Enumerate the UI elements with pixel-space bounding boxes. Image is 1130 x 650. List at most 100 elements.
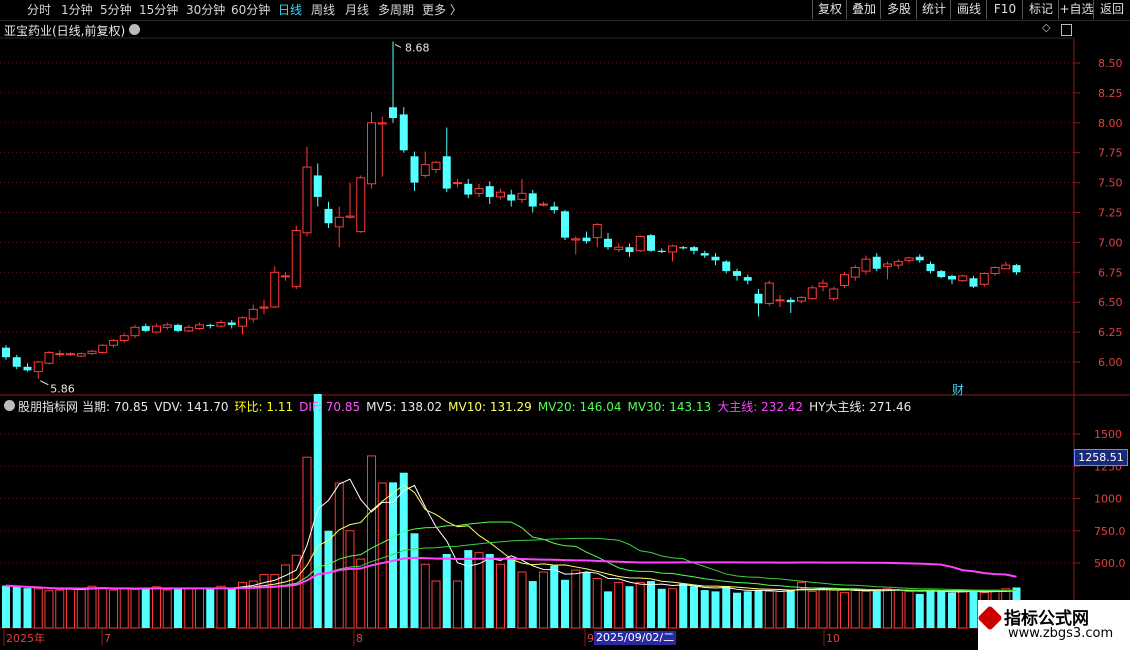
candle-body-up xyxy=(216,322,226,327)
volume-bar-up xyxy=(614,581,624,629)
candle-body-up xyxy=(109,339,118,346)
volume-bar-up xyxy=(861,590,871,629)
candle-body-up xyxy=(517,192,527,200)
volume-bar-down xyxy=(174,587,182,628)
watermark-logo: 指标公式网 www.zbgs3.com xyxy=(977,600,1130,650)
price-tick-label: 6.50 xyxy=(1098,296,1123,309)
candle-body-up xyxy=(334,216,344,228)
candle-body-up xyxy=(979,272,989,285)
candle-body-down xyxy=(700,253,709,256)
watermark-badge-icon xyxy=(977,605,1003,631)
candle-body-up xyxy=(195,324,204,330)
candle-body-down xyxy=(926,263,935,272)
indicator-item-3: DIF: 70.85 xyxy=(299,400,361,414)
volume-bar-up xyxy=(195,587,204,629)
volume-bar-up xyxy=(904,590,914,629)
candle-body-down xyxy=(528,193,537,207)
candle-body-down xyxy=(754,293,763,304)
volume-bar-down xyxy=(485,553,494,628)
volume-bar-down xyxy=(786,590,795,628)
candle-body-up xyxy=(1001,264,1011,270)
candle-body-up xyxy=(98,344,108,353)
candle-body-up xyxy=(840,274,849,286)
candle-body-up xyxy=(775,299,785,302)
x-tick-label: 7 xyxy=(104,632,111,645)
indicator-item-4: MV5: 138.02 xyxy=(366,400,443,414)
volume-bar-down xyxy=(227,588,236,628)
candle-body-up xyxy=(635,235,645,252)
candle-body-down xyxy=(507,194,516,201)
price-tick-label: 7.00 xyxy=(1098,236,1123,249)
candle-body-up xyxy=(990,267,1000,274)
x-tick-label: 8 xyxy=(356,632,363,645)
volume-bar-up xyxy=(44,590,54,629)
volume-bar-down xyxy=(12,586,21,628)
candle-body-up xyxy=(904,257,914,261)
volume-bar-up xyxy=(517,571,527,629)
candle-body-up xyxy=(345,215,355,218)
volume-tick-label: 750.0 xyxy=(1094,525,1126,538)
high-price-label: 8.68 xyxy=(405,41,430,54)
price-tick-label: 6.00 xyxy=(1098,356,1123,369)
volume-bar-up xyxy=(87,585,97,629)
candle-body-up xyxy=(764,282,774,304)
indicator-item-9: HY大主线: 271.46 xyxy=(809,400,912,414)
candle-body-up xyxy=(883,263,892,267)
finance-marker[interactable]: 财 xyxy=(952,381,964,398)
candle-body-up xyxy=(162,324,172,328)
volume-bar-up xyxy=(130,588,140,629)
cursor-value-label: 1258.51 xyxy=(1074,449,1128,466)
volume-bar-down xyxy=(872,591,881,628)
candle-body-down xyxy=(647,235,655,251)
candle-body-down xyxy=(743,277,752,281)
volume-bar-up xyxy=(850,588,860,629)
volume-bar-up xyxy=(764,590,774,629)
volume-bar-up xyxy=(840,592,849,629)
volume-bar-down xyxy=(507,557,516,628)
candle-body-down xyxy=(711,256,720,261)
volume-bar-down xyxy=(722,586,731,628)
candle-body-up xyxy=(893,261,903,266)
volume-bar-up xyxy=(635,581,645,629)
candle-body-up xyxy=(119,335,129,341)
candle-body-up xyxy=(152,325,161,333)
volume-bar-down xyxy=(2,585,10,628)
price-tick-label: 8.50 xyxy=(1098,57,1123,70)
candle-body-up xyxy=(291,229,301,288)
volume-bar-up xyxy=(571,569,581,629)
candle-body-up xyxy=(259,306,269,309)
price-tick-label: 8.00 xyxy=(1098,117,1123,130)
volume-bar-up xyxy=(109,589,118,629)
candle-body-down xyxy=(937,271,946,278)
volume-bar-down xyxy=(657,588,666,628)
candle-body-up xyxy=(55,353,65,356)
volume-bar-down xyxy=(528,581,537,628)
indicator-item-0: 当期: 70.85 xyxy=(82,400,149,414)
price-tick-label: 6.25 xyxy=(1098,326,1123,339)
price-tick-label: 6.75 xyxy=(1098,266,1123,279)
indicator-name: 股朋指标网 xyxy=(18,400,79,414)
volume-bar-up xyxy=(55,589,65,629)
volume-bar-down xyxy=(141,588,150,628)
volume-bar-down xyxy=(647,581,655,628)
volume-bar-up xyxy=(367,455,376,629)
candle-body-up xyxy=(614,246,624,251)
price-tick-label: 7.25 xyxy=(1098,207,1123,220)
candle-body-down xyxy=(948,275,956,280)
candle-body-up xyxy=(281,275,290,278)
candle-body-up xyxy=(818,282,828,288)
volume-bar-up xyxy=(98,587,108,629)
indicator-values: 当期: 70.85 VDV: 141.70 环比: 1.11 DIF: 70.85 MV… xyxy=(82,398,917,415)
volume-bar-up xyxy=(453,580,462,629)
x-tick-label: 9 xyxy=(587,632,594,645)
candle-body-down xyxy=(313,175,322,197)
candle-body-down xyxy=(23,366,32,371)
volume-bar-down xyxy=(410,533,419,628)
candle-body-down xyxy=(550,206,559,211)
volume-bar-up xyxy=(238,581,247,629)
kline-chart[interactable]: 6.00 6.25 6.50 6.75 7.00 7.25 7.50 7.75 8.00 8.25… xyxy=(0,0,1130,650)
candle-body-up xyxy=(807,287,817,300)
indicator-toggle-icon[interactable] xyxy=(4,400,15,411)
candle-body-down xyxy=(604,238,612,248)
candle-body-up xyxy=(238,317,247,327)
